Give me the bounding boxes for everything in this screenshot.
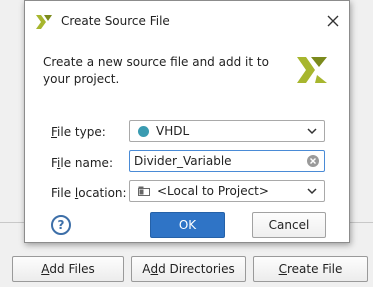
clear-input-icon[interactable] bbox=[306, 154, 320, 168]
file-type-value: VHDL bbox=[156, 124, 190, 138]
file-name-value: Divider_Variable bbox=[134, 154, 232, 168]
file-name-label: File name: bbox=[51, 156, 113, 170]
file-location-select[interactable]: <Local to Project> bbox=[129, 180, 325, 202]
vivado-logo-icon bbox=[297, 57, 327, 83]
dialog-titlebar: Create Source File bbox=[25, 1, 349, 41]
ok-button[interactable]: OK bbox=[150, 212, 225, 238]
vhdl-dot-icon bbox=[138, 125, 149, 137]
help-button[interactable]: ? bbox=[51, 215, 71, 235]
file-name-input[interactable]: Divider_Variable bbox=[129, 150, 325, 172]
dialog-title: Create Source File bbox=[61, 14, 170, 28]
dialog-description: Create a new source file and add it to y… bbox=[43, 55, 269, 86]
add-files-button[interactable]: Add Files bbox=[12, 256, 124, 282]
close-icon bbox=[327, 15, 339, 27]
close-button[interactable] bbox=[321, 9, 345, 33]
add-directories-button[interactable]: Add Directories bbox=[131, 256, 246, 282]
create-source-file-dialog: Create Source File Create a new source f… bbox=[24, 0, 350, 243]
file-type-select[interactable]: VHDL bbox=[129, 120, 325, 142]
cancel-button[interactable]: Cancel bbox=[252, 212, 326, 238]
create-file-button[interactable]: Create File bbox=[253, 256, 368, 282]
folder-icon bbox=[138, 186, 150, 196]
chevron-down-icon bbox=[307, 188, 317, 195]
app-logo-icon bbox=[36, 15, 52, 29]
file-type-label: File type: bbox=[51, 125, 106, 139]
file-location-label: File location: bbox=[51, 186, 127, 200]
chevron-down-icon bbox=[307, 128, 317, 135]
file-location-value: <Local to Project> bbox=[157, 184, 269, 198]
